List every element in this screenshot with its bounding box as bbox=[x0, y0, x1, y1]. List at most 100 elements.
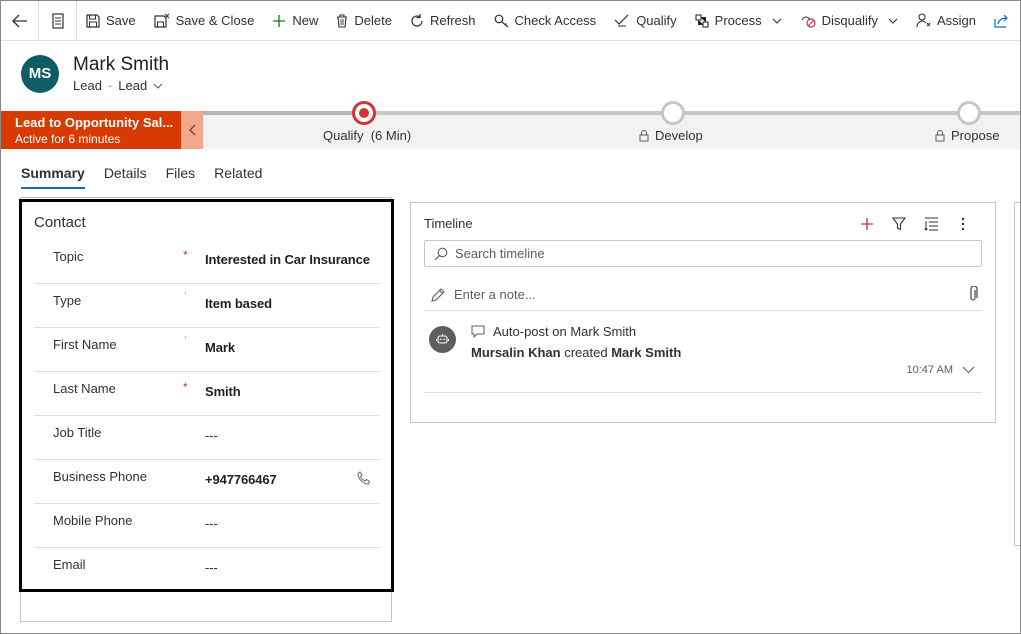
timeline-sort-button[interactable] bbox=[915, 214, 947, 234]
topic-value[interactable]: Interested in Car Insurance bbox=[205, 252, 370, 267]
process-track-progress bbox=[203, 111, 363, 115]
email-value[interactable]: --- bbox=[205, 560, 218, 575]
mobile-phone-value[interactable]: --- bbox=[205, 516, 218, 531]
field-first-name: First Name ˙ Mark bbox=[34, 328, 380, 372]
chevron-down-icon bbox=[153, 83, 163, 89]
record-header: MS Mark Smith Lead · Lead bbox=[21, 54, 169, 93]
post-target: Mark Smith bbox=[611, 345, 682, 360]
app-frame: Save Save & Close New Delete Refresh Che… bbox=[0, 0, 1021, 634]
form-selector[interactable]: Lead bbox=[118, 78, 163, 93]
stage-label: Propose bbox=[951, 128, 1000, 143]
share-button[interactable] bbox=[985, 1, 1020, 40]
timeline-more-button[interactable] bbox=[947, 214, 979, 234]
post-time: 10:47 AM bbox=[906, 364, 953, 376]
save-close-label: Save & Close bbox=[175, 13, 255, 28]
phone-icon[interactable] bbox=[357, 471, 371, 485]
share-icon bbox=[994, 14, 1008, 28]
save-close-icon bbox=[154, 13, 170, 28]
process-button[interactable]: Process bbox=[686, 1, 791, 40]
record-set-button[interactable] bbox=[39, 1, 77, 40]
last-name-value[interactable]: Smith bbox=[205, 384, 241, 399]
timeline-item-title: Auto-post on Mark Smith bbox=[471, 324, 636, 339]
new-label: New bbox=[292, 13, 319, 28]
type-value[interactable]: Item based bbox=[205, 296, 272, 311]
stage-node-qualify[interactable] bbox=[352, 101, 376, 125]
timeline-item-description: Mursalin Khan created Mark Smith bbox=[471, 345, 681, 360]
save-button[interactable]: Save bbox=[77, 1, 145, 40]
new-button[interactable]: New bbox=[263, 1, 327, 40]
entity-name: Lead bbox=[73, 78, 102, 93]
timeline-add-button[interactable] bbox=[851, 214, 883, 234]
field-label: Business Phone bbox=[53, 469, 147, 484]
tab-summary[interactable]: Summary bbox=[21, 165, 85, 189]
stage-develop[interactable]: Develop bbox=[639, 128, 703, 143]
field-email: Email --- bbox=[34, 548, 380, 592]
check-access-button[interactable]: Check Access bbox=[485, 1, 606, 40]
stage-label: Develop bbox=[655, 128, 703, 143]
field-mobile-phone: Mobile Phone --- bbox=[34, 504, 380, 548]
field-label: First Name bbox=[53, 337, 117, 352]
business-process-flow: Lead to Opportunity Sal... Active for 6 … bbox=[1, 101, 1020, 149]
tab-details[interactable]: Details bbox=[104, 165, 147, 189]
timeline-actions bbox=[851, 214, 979, 234]
field-topic: Topic * Interested in Car Insurance bbox=[34, 240, 380, 284]
back-arrow-icon bbox=[11, 14, 27, 27]
delete-button[interactable]: Delete bbox=[327, 1, 401, 40]
document-icon bbox=[51, 12, 64, 29]
chevron-left-icon bbox=[188, 124, 195, 136]
required-indicator: * bbox=[183, 380, 188, 394]
check-access-label: Check Access bbox=[514, 13, 597, 28]
required-indicator: * bbox=[183, 248, 188, 262]
timeline-item[interactable]: Auto-post on Mark Smith Mursalin Khan cr… bbox=[424, 316, 982, 393]
disqualify-label: Disqualify bbox=[821, 13, 878, 28]
field-label: Job Title bbox=[53, 425, 102, 440]
collapse-process-button[interactable] bbox=[181, 111, 203, 149]
search-placeholder: Search timeline bbox=[455, 246, 545, 261]
timeline-filter-button[interactable] bbox=[883, 214, 915, 234]
post-icon bbox=[471, 325, 485, 338]
stage-time: (6 Min) bbox=[370, 128, 412, 143]
assign-button[interactable]: Assign bbox=[907, 1, 985, 40]
stage-node-propose[interactable] bbox=[957, 101, 981, 125]
timeline-search-input[interactable]: Search timeline bbox=[424, 240, 982, 267]
command-bar: Save Save & Close New Delete Refresh Che… bbox=[1, 1, 1020, 41]
stage-propose[interactable]: Propose bbox=[935, 128, 999, 143]
field-type: Type ˙ Item based bbox=[34, 284, 380, 328]
post-actor: Mursalin Khan bbox=[471, 345, 561, 360]
process-label: Process bbox=[714, 13, 762, 28]
post-verb: created bbox=[564, 345, 608, 360]
filter-icon bbox=[892, 217, 906, 231]
note-input[interactable]: Enter a note... bbox=[424, 279, 982, 311]
save-close-button[interactable]: Save & Close bbox=[145, 1, 264, 40]
record-subtitle: Lead · Lead bbox=[73, 78, 169, 93]
person-icon bbox=[916, 13, 931, 28]
field-label: Email bbox=[53, 557, 86, 572]
qualify-button[interactable]: Qualify bbox=[605, 1, 685, 40]
save-icon bbox=[86, 13, 100, 28]
job-title-value[interactable]: --- bbox=[205, 428, 218, 443]
plus-icon bbox=[861, 218, 873, 230]
tab-files[interactable]: Files bbox=[166, 165, 196, 189]
process-stage-flyout[interactable]: Lead to Opportunity Sal... Active for 6 … bbox=[1, 111, 181, 149]
paperclip-icon[interactable] bbox=[968, 286, 978, 302]
timeline-title: Timeline bbox=[424, 216, 473, 231]
first-name-value[interactable]: Mark bbox=[205, 340, 235, 355]
disqualify-button[interactable]: Disqualify bbox=[791, 1, 907, 40]
save-label: Save bbox=[106, 13, 136, 28]
back-button[interactable] bbox=[1, 1, 39, 40]
chevron-down-icon[interactable] bbox=[962, 366, 975, 374]
assign-label: Assign bbox=[936, 13, 977, 28]
separator-dot: · bbox=[107, 78, 113, 93]
business-phone-value[interactable]: +947766467 bbox=[205, 472, 277, 487]
header-text: Mark Smith Lead · Lead bbox=[73, 54, 169, 93]
field-label: Mobile Phone bbox=[53, 513, 133, 528]
field-label: Type bbox=[53, 293, 82, 308]
bot-avatar bbox=[429, 326, 456, 353]
stage-node-develop[interactable] bbox=[661, 101, 685, 125]
tab-related[interactable]: Related bbox=[214, 165, 262, 189]
refresh-button[interactable]: Refresh bbox=[401, 1, 485, 40]
process-name: Lead to Opportunity Sal... bbox=[15, 115, 174, 130]
form-tabs: Summary Details Files Related bbox=[21, 165, 281, 189]
stage-qualify[interactable]: Qualify (6 Min) bbox=[323, 128, 411, 143]
record-title: Mark Smith bbox=[73, 54, 170, 75]
